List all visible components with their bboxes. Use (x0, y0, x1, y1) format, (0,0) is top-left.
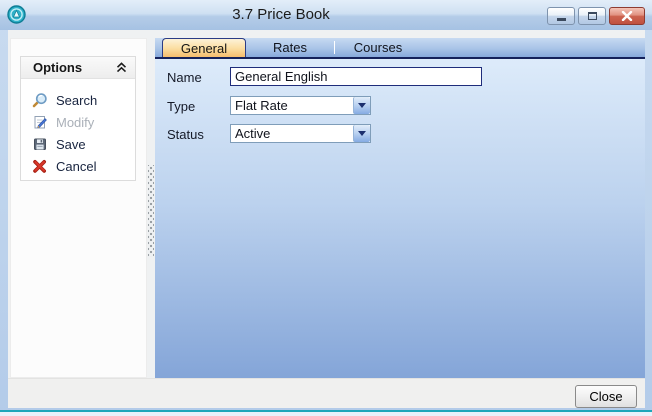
status-dropdown-button[interactable] (353, 125, 370, 142)
titlebar: 3.7 Price Book (0, 0, 652, 30)
sidebar-item-label: Save (56, 136, 86, 152)
tab-general[interactable]: General (162, 38, 246, 57)
sidebar-item-save[interactable]: Save (21, 133, 135, 155)
window-close-button[interactable] (609, 7, 645, 25)
app-logo-icon (7, 5, 26, 24)
type-dropdown-value: Flat Rate (235, 98, 288, 113)
tab-page-general: Name Type Flat Rate Status Active (155, 59, 645, 378)
status-dropdown[interactable]: Active (230, 124, 371, 143)
price-book-window: 3.7 Price Book Options Search Modify Sav… (0, 0, 652, 416)
search-icon (32, 93, 47, 108)
maximize-icon (587, 12, 597, 20)
options-group: Options Search Modify Save Cancel (20, 56, 136, 181)
status-dropdown-value: Active (235, 126, 271, 141)
modify-icon (34, 116, 47, 129)
options-header[interactable]: Options (21, 57, 135, 79)
minimize-button[interactable] (547, 7, 575, 25)
status-label: Status (167, 127, 204, 142)
minimize-icon (556, 18, 566, 21)
sidebar-item-cancel[interactable]: Cancel (21, 155, 135, 177)
save-icon (34, 138, 46, 150)
splitter-grip-icon (148, 165, 154, 257)
sidebar-panel: Options Search Modify Save Cancel (10, 38, 147, 378)
maximize-button[interactable] (578, 7, 606, 25)
close-button[interactable]: Close (575, 385, 637, 408)
sidebar-item-label: Modify (56, 114, 95, 130)
sidebar-splitter[interactable] (147, 38, 155, 378)
chevron-down-icon (358, 103, 366, 108)
options-header-label: Options (33, 60, 83, 75)
type-dropdown-button[interactable] (353, 97, 370, 114)
sidebar-item-label: Search (56, 92, 98, 108)
chevron-down-icon (358, 131, 366, 136)
sidebar-item-search[interactable]: Search (21, 89, 135, 111)
type-label: Type (167, 99, 196, 114)
client-area: Options Search Modify Save Cancel Genera… (8, 30, 645, 408)
main-panel: General Rates Courses Name Type Flat Rat… (155, 38, 645, 378)
tab-courses[interactable]: Courses (335, 38, 421, 57)
sidebar-item-label: Cancel (56, 158, 97, 174)
sidebar-item-modify: Modify (21, 111, 135, 133)
type-dropdown[interactable]: Flat Rate (230, 96, 371, 115)
tab-rates[interactable]: Rates (247, 38, 333, 57)
window-title: 3.7 Price Book (232, 6, 330, 23)
name-label: Name (167, 70, 202, 85)
cancel-icon (33, 160, 46, 173)
window-bottom-edge (0, 412, 652, 416)
close-x-icon (621, 11, 633, 21)
footer-bar: Close (8, 378, 645, 408)
tabstrip: General Rates Courses (155, 38, 645, 59)
name-input[interactable] (230, 67, 482, 86)
chevron-double-up-icon[interactable] (116, 62, 127, 73)
